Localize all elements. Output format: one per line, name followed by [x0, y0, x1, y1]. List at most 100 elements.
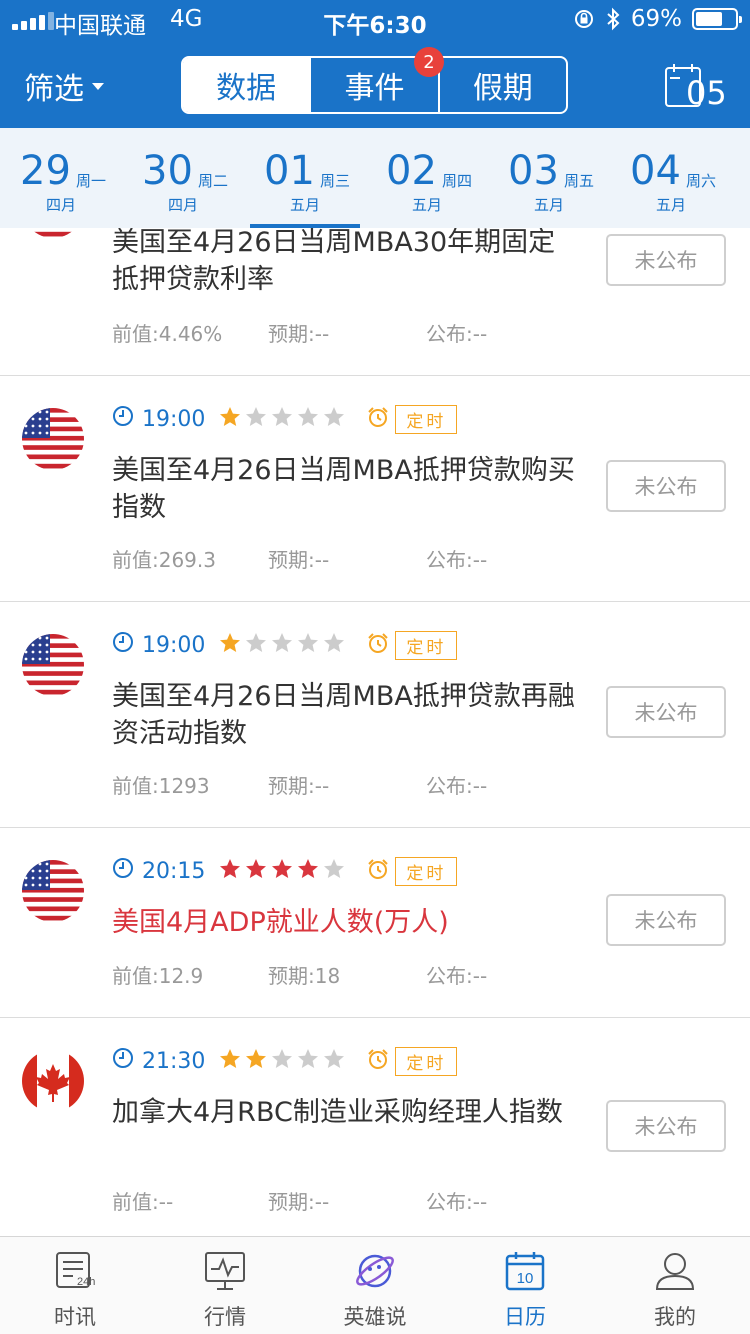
date-day: 03: [508, 148, 559, 194]
event-time: 19:00: [142, 632, 206, 658]
tab-label: 时讯: [54, 1305, 96, 1329]
star-empty-icon: [245, 406, 267, 432]
date-weekday: 周三: [320, 172, 351, 190]
date-day: 04: [630, 148, 681, 194]
date-weekday: 周一: [76, 172, 107, 190]
news-icon: 24h: [56, 1252, 95, 1288]
star-filled-icon: [219, 1048, 241, 1074]
tab-calendar[interactable]: 10 日历: [450, 1237, 600, 1334]
forecast-value: 预期:--: [268, 774, 330, 798]
date-day: 29: [20, 148, 71, 194]
timer-tag[interactable]: 定时: [395, 404, 458, 434]
date-cell[interactable]: 02 周四 五月: [366, 128, 488, 228]
list-item[interactable]: 19:00 定时 美国至4月26日当周MBA抵押贷款再融资活动指数 未公布 前值…: [0, 602, 750, 828]
clock-icon: [112, 857, 134, 885]
list-item[interactable]: 19:00 定时 美国至4月26日当周MBA抵押贷款购买指数 未公布 前值:26…: [0, 376, 750, 602]
list-item[interactable]: 21:30 定时 加拿大4月RBC制造业采购经理人指数 未公布 前值:-- 预期…: [0, 1018, 750, 1236]
date-weekday: 周五: [564, 172, 595, 190]
date-cell[interactable]: 29 周一 四月: [0, 128, 122, 228]
tab-profile[interactable]: 我的: [600, 1237, 750, 1334]
star-empty-icon: [323, 1048, 345, 1074]
star-filled-icon: [219, 858, 241, 884]
date-cell[interactable]: 30 周二 四月: [122, 128, 244, 228]
actual-value: 公布:--: [426, 774, 488, 798]
event-time: 20:15: [142, 858, 206, 884]
forecast-value: 预期:--: [268, 1190, 330, 1214]
tab-news[interactable]: 24h 时讯: [0, 1237, 150, 1334]
date-month: 五月: [289, 196, 320, 214]
timer-tag[interactable]: 定时: [395, 856, 458, 886]
date-cell[interactable]: 04 周六 五月: [610, 128, 732, 228]
importance-stars: [219, 1048, 345, 1074]
unpublished-button[interactable]: 未公布: [606, 1100, 726, 1152]
tab-label: 行情: [204, 1305, 246, 1329]
alarm-clock-icon[interactable]: [367, 632, 389, 658]
unpublished-button[interactable]: 未公布: [606, 234, 726, 286]
date-weekday: 周二: [198, 172, 229, 190]
alarm-clock-icon[interactable]: [367, 858, 389, 884]
list-item[interactable]: 20:15 定时 美国4月ADP就业人数(万人) 未公布 前值:12.9 预期:…: [0, 828, 750, 1018]
date-cell[interactable]: 03 周五 五月: [488, 128, 610, 228]
date-month: 四月: [167, 196, 198, 214]
caret-down-icon: [92, 82, 104, 90]
unpublished-button[interactable]: 未公布: [606, 686, 726, 738]
tab-market[interactable]: 行情: [150, 1237, 300, 1334]
star-empty-icon: [297, 632, 319, 658]
segment-control: 数据 事件 假期: [181, 56, 568, 114]
unpublished-button[interactable]: 未公布: [606, 894, 726, 946]
event-title: 美国至4月26日当周MBA30年期固定抵押贷款利率: [112, 228, 556, 295]
calendar-icon-day: 10: [517, 1270, 534, 1287]
star-filled-icon: [245, 1048, 267, 1074]
us-flag-icon: [22, 408, 84, 470]
star-filled-icon: [297, 858, 319, 884]
actual-value: 公布:--: [426, 548, 488, 572]
unpublished-button[interactable]: 未公布: [606, 460, 726, 512]
bluetooth-icon: [607, 7, 620, 31]
list-item[interactable]: 美国至4月26日当周MBA30年期固定抵押贷款利率 未公布 前值:4.46% 预…: [0, 228, 750, 376]
alarm-clock-icon[interactable]: [367, 1048, 389, 1074]
us-flag-icon: [22, 634, 84, 696]
star-empty-icon: [245, 632, 267, 658]
date-weekday: 周六: [686, 172, 717, 190]
profile-icon: [655, 1253, 695, 1290]
previous-value: 前值:12.9: [112, 964, 204, 988]
timer-tag[interactable]: 定时: [395, 1046, 458, 1076]
actual-value: 公布:--: [426, 1190, 488, 1214]
canada-flag-icon: [22, 1050, 84, 1112]
filter-label: 筛选: [24, 72, 84, 107]
tab-label: 日历: [504, 1305, 546, 1329]
event-title: 美国至4月26日当周MBA抵押贷款购买指数: [112, 455, 575, 523]
date-month: 四月: [45, 196, 76, 214]
event-time: 19:00: [142, 406, 206, 432]
tab-label: 英雄说: [343, 1305, 407, 1329]
date-day: 02: [386, 148, 437, 194]
tab-data[interactable]: 数据: [183, 58, 310, 112]
battery-percent: 69%: [630, 6, 682, 32]
forecast-value: 预期:18: [268, 964, 341, 988]
previous-value: 前值:--: [112, 1190, 174, 1214]
tab-holidays[interactable]: 假期: [437, 58, 566, 112]
market-icon: [205, 1252, 245, 1290]
alarm-clock-icon[interactable]: [367, 406, 389, 432]
star-empty-icon: [271, 406, 293, 432]
date-cell-selected[interactable]: 01 周三 五月: [244, 128, 366, 228]
star-filled-icon: [245, 858, 267, 884]
event-list[interactable]: 美国至4月26日当周MBA30年期固定抵押贷款利率 未公布 前值:4.46% 预…: [0, 228, 750, 1236]
previous-value: 前值:1293: [112, 774, 210, 798]
calendar-icon: 10: [505, 1252, 545, 1291]
importance-stars: [219, 858, 345, 884]
tab-hero-talk[interactable]: 英雄说: [300, 1237, 450, 1334]
timer-tag[interactable]: 定时: [395, 630, 458, 660]
filter-button[interactable]: 筛选: [24, 64, 104, 108]
star-empty-icon: [271, 632, 293, 658]
date-month: 五月: [533, 196, 564, 214]
star-empty-icon: [271, 1048, 293, 1074]
date-day: 30: [142, 148, 193, 194]
forecast-value: 预期:--: [268, 548, 330, 572]
date-weekday: 周四: [442, 172, 473, 190]
date-day: 01: [264, 148, 315, 194]
calendar-picker-button[interactable]: 05: [664, 62, 728, 112]
clock-icon: [112, 1047, 134, 1075]
news-icon-sub: 24h: [77, 1276, 95, 1288]
orientation-lock-icon: [574, 10, 593, 28]
